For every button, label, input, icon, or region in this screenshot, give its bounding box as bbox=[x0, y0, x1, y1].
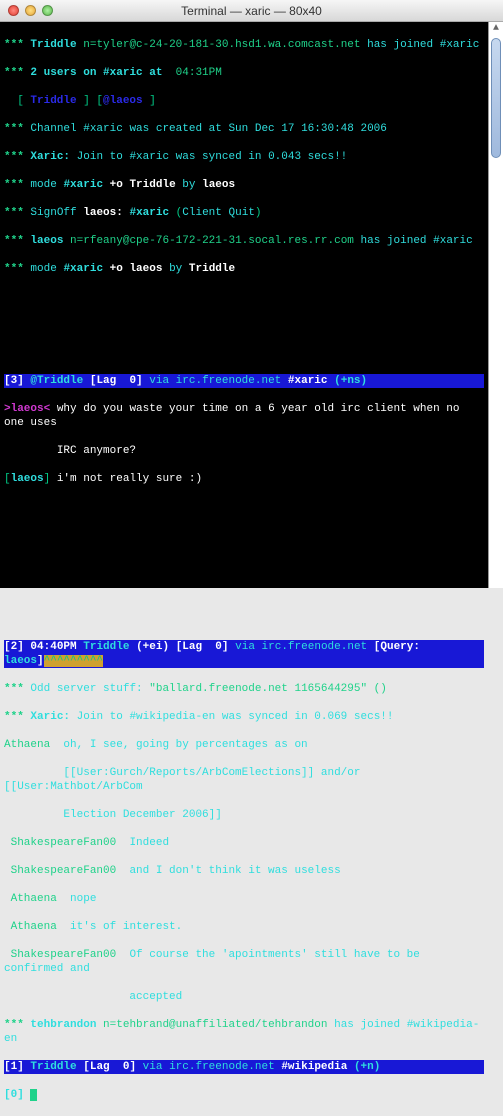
join-msg: has joined #xaric bbox=[367, 39, 479, 51]
titlebar: Terminal — xaric — 80x40 bbox=[0, 0, 503, 22]
input-line[interactable]: [0] bbox=[4, 1088, 484, 1102]
nick: Triddle bbox=[30, 39, 76, 51]
status-bar-1: [1] Triddle [Lag 0] via irc.freenode.net… bbox=[4, 1060, 484, 1074]
nick-prompt: >laeos< bbox=[4, 403, 50, 415]
chat-nick: Athaena bbox=[4, 739, 50, 751]
userhost: n=tyler@c-24-20-181-30.hsd1.wa.comcast.n… bbox=[83, 39, 360, 51]
window-title: Terminal — xaric — 80x40 bbox=[0, 4, 503, 18]
scroll-thumb[interactable] bbox=[491, 38, 501, 158]
stars: *** bbox=[4, 39, 24, 51]
status-bar-3: [3] @Triddle [Lag 0] via irc.freenode.ne… bbox=[4, 374, 484, 388]
terminal-content[interactable]: *** Triddle n=tyler@c-24-20-181-30.hsd1.… bbox=[0, 22, 488, 588]
scrollbar[interactable]: ▲ bbox=[488, 22, 503, 588]
scroll-up-icon[interactable]: ▲ bbox=[489, 22, 503, 37]
status-bar-2: [2] 04:40PM Triddle (+ei) [Lag 0] via ir… bbox=[4, 640, 484, 668]
